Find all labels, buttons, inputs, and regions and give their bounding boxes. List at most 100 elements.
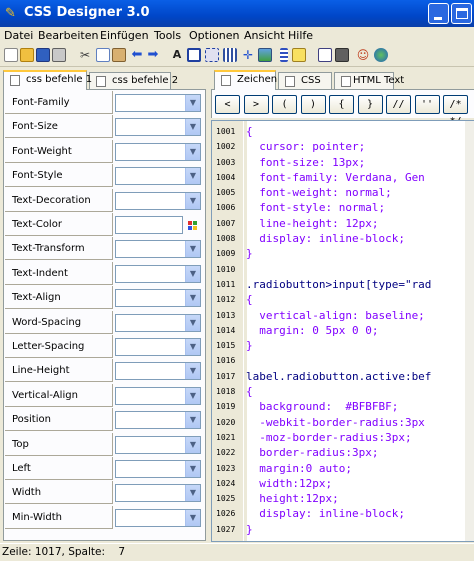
property-dropdown[interactable]: ▼ — [115, 94, 201, 112]
insert-symbol-button[interactable]: // — [386, 95, 411, 114]
list-icon[interactable] — [280, 48, 288, 62]
property-dropdown[interactable]: ▼ — [115, 508, 201, 527]
line-number: 1003 — [216, 157, 236, 167]
image-icon[interactable] — [258, 48, 272, 62]
tab-css-befehle-2[interactable]: css befehle 2 — [89, 72, 178, 90]
menu-tools[interactable]: Tools — [154, 29, 181, 42]
new-icon[interactable] — [4, 48, 18, 62]
copy-icon[interactable] — [96, 48, 110, 62]
menu-bearbeiten[interactable]: Bearbeiten — [38, 29, 98, 42]
insert-symbol-button[interactable]: > — [243, 95, 269, 114]
property-dropdown[interactable]: ▼ — [115, 435, 201, 454]
line-number: 1019 — [216, 402, 236, 412]
color-palette-icon[interactable] — [188, 221, 198, 231]
table-icon[interactable] — [223, 48, 237, 62]
menu-ansicht[interactable]: Ansicht — [244, 29, 285, 42]
line-number: 1004 — [216, 172, 236, 182]
property-dropdown[interactable]: ▼ — [115, 362, 201, 381]
property-dropdown[interactable]: ▼ — [115, 118, 201, 137]
box-icon[interactable] — [187, 48, 201, 62]
property-dropdown[interactable]: ▼ — [115, 240, 201, 259]
property-label: Top — [5, 432, 113, 456]
tab-css[interactable]: CSS — [278, 72, 332, 90]
maximize-button[interactable] — [451, 3, 472, 24]
print-icon[interactable] — [52, 48, 66, 62]
insert-symbol-button[interactable]: /* */ — [443, 95, 468, 127]
insert-symbol-button[interactable]: ) — [300, 95, 326, 114]
chevron-down-icon[interactable]: ▼ — [185, 290, 200, 307]
cut-icon[interactable]: ✂ — [78, 48, 92, 62]
chevron-down-icon[interactable]: ▼ — [185, 241, 200, 258]
chevron-down-icon[interactable]: ▼ — [185, 143, 200, 160]
chevron-down-icon[interactable]: ▼ — [185, 485, 200, 502]
property-dropdown[interactable]: ▼ — [115, 386, 201, 405]
chevron-down-icon[interactable]: ▼ — [185, 509, 200, 526]
globe-icon[interactable] — [374, 48, 388, 62]
chevron-down-icon[interactable]: ▼ — [185, 119, 200, 136]
chevron-down-icon[interactable]: ▼ — [185, 461, 200, 477]
menu-optionen[interactable]: Optionen — [189, 29, 239, 42]
property-row: Letter-Spacing ▼ — [5, 335, 205, 359]
color-picker-field[interactable] — [115, 216, 197, 234]
code-text: { — [246, 385, 253, 399]
property-dropdown[interactable]: ▼ — [115, 313, 201, 332]
line-number: 1007 — [216, 218, 236, 228]
property-dropdown[interactable]: ▼ — [115, 289, 201, 308]
redo-icon[interactable]: ➡ — [146, 48, 160, 62]
chevron-down-icon[interactable]: ▼ — [185, 192, 200, 209]
property-dropdown[interactable]: ▼ — [115, 191, 201, 210]
code-editor[interactable]: 1001{1002 cursor: pointer; 1003 font-size… — [211, 120, 474, 542]
chevron-down-icon[interactable]: ▼ — [185, 265, 200, 282]
user-icon[interactable]: ☺ — [356, 48, 370, 62]
chevron-down-icon[interactable]: ▼ — [185, 168, 200, 185]
code-line: 1021 -moz-border-radius:3px; — [212, 430, 473, 445]
font-icon[interactable]: A — [170, 48, 184, 62]
minimize-button[interactable] — [428, 3, 449, 24]
property-dropdown[interactable]: ▼ — [115, 460, 201, 478]
insert-symbol-button[interactable]: } — [357, 95, 383, 114]
tab-html-text[interactable]: HTML Text — [334, 72, 404, 90]
note-icon[interactable] — [335, 48, 349, 62]
chevron-down-icon[interactable]: ▼ — [185, 412, 200, 429]
chevron-down-icon[interactable]: ▼ — [185, 436, 200, 453]
tab-zeichen[interactable]: Zeichen — [214, 70, 277, 90]
border-icon[interactable] — [205, 48, 219, 62]
property-row: Word-Spacing ▼ — [5, 310, 205, 335]
property-dropdown[interactable]: ▼ — [115, 167, 201, 186]
chevron-down-icon[interactable]: ▼ — [185, 339, 200, 355]
chevron-down-icon[interactable]: ▼ — [185, 387, 200, 404]
line-number: 1013 — [216, 310, 236, 320]
code-text: display: inline-block; — [246, 507, 405, 521]
property-dropdown[interactable]: ▼ — [115, 411, 201, 430]
property-dropdown[interactable]: ▼ — [115, 484, 201, 503]
paste-icon[interactable] — [112, 48, 126, 62]
property-label: Font-Family — [5, 91, 113, 114]
code-text: border-radius:3px; — [246, 446, 379, 460]
line-number: 1001 — [216, 127, 236, 136]
insert-symbol-button[interactable]: ( — [272, 95, 297, 114]
tab-label: css befehle 1 — [26, 74, 93, 85]
status-text: Zeile: 1017, Spalte: 7 — [2, 546, 126, 558]
code-text: cursor: pointer; — [246, 140, 366, 154]
open-icon[interactable] — [20, 48, 34, 62]
pen-icon[interactable] — [292, 48, 306, 62]
chevron-down-icon[interactable]: ▼ — [185, 314, 200, 331]
property-dropdown[interactable]: ▼ — [115, 338, 201, 356]
insert-symbol-button[interactable]: '' — [414, 95, 440, 114]
move-icon[interactable]: ✛ — [241, 48, 255, 62]
editor-scrollbar[interactable] — [465, 121, 474, 541]
undo-icon[interactable]: ⬅ — [130, 48, 144, 62]
check-icon[interactable] — [318, 48, 332, 62]
tab-css-befehle-1[interactable]: css befehle 1 — [3, 70, 92, 90]
property-dropdown[interactable]: ▼ — [115, 264, 201, 283]
menu-einfuegen[interactable]: Einfügen — [100, 29, 149, 42]
menu-datei[interactable]: Datei — [4, 29, 33, 42]
property-dropdown[interactable]: ▼ — [115, 142, 201, 161]
insert-symbol-button[interactable]: { — [329, 95, 354, 114]
insert-symbol-button[interactable]: < — [215, 95, 240, 114]
property-row: Text-Indent ▼ — [5, 261, 205, 286]
chevron-down-icon[interactable]: ▼ — [185, 363, 200, 380]
save-icon[interactable] — [36, 48, 50, 62]
menu-hilfe[interactable]: Hilfe — [288, 29, 313, 42]
chevron-down-icon[interactable]: ▼ — [185, 95, 200, 111]
